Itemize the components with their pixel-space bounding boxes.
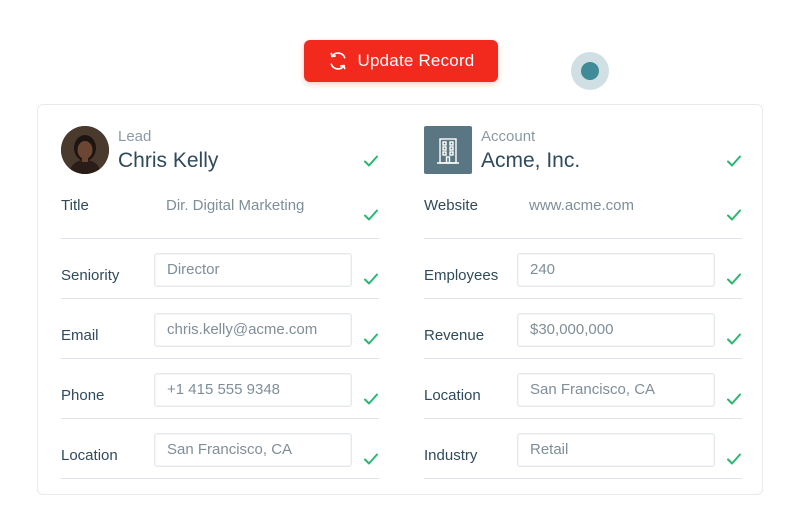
refresh-icon [330, 52, 346, 70]
account-row-location: Location San Francisco, CA [424, 359, 742, 419]
field-label: Seniority [61, 267, 120, 284]
check-icon [727, 333, 741, 345]
website-value: www.acme.com [529, 197, 635, 214]
check-icon [727, 155, 741, 167]
lead-row-location: Location San Francisco, CA [61, 419, 379, 479]
record-card: Lead Chris Kelly Title Dir. Digital Mark… [37, 104, 763, 495]
seniority-field[interactable]: Director [154, 253, 352, 287]
building-icon [424, 126, 472, 174]
lead-row-phone: Phone +1 415 555 9348 [61, 359, 379, 419]
field-label: Title [61, 197, 89, 214]
email-field[interactable]: chris.kelly@acme.com [154, 313, 352, 347]
check-icon [727, 393, 741, 405]
lead-header: Lead Chris Kelly [61, 105, 379, 197]
account-row-website: Website www.acme.com [424, 197, 742, 239]
field-label: Location [424, 387, 481, 404]
cursor-indicator [571, 52, 609, 90]
lead-panel: Lead Chris Kelly Title Dir. Digital Mark… [61, 105, 379, 479]
account-row-revenue: Revenue $30,000,000 [424, 299, 742, 359]
lead-row-email: Email chris.kelly@acme.com [61, 299, 379, 359]
title-value: Dir. Digital Marketing [166, 197, 305, 214]
revenue-field[interactable]: $30,000,000 [517, 313, 715, 347]
update-record-button[interactable]: Update Record [304, 40, 498, 82]
check-icon [727, 453, 741, 465]
lead-row-seniority: Seniority Director [61, 239, 379, 299]
location-field[interactable]: San Francisco, CA [517, 373, 715, 407]
check-icon [364, 155, 378, 167]
lead-name: Chris Kelly [118, 149, 219, 172]
update-record-label: Update Record [357, 51, 475, 70]
field-label: Email [61, 327, 99, 344]
field-label: Website [424, 197, 478, 214]
account-header: Account Acme, Inc. [424, 105, 742, 197]
account-type-label: Account [481, 128, 536, 145]
check-icon [364, 209, 378, 221]
account-row-employees: Employees 240 [424, 239, 742, 299]
field-label: Location [61, 447, 118, 464]
account-panel: Account Acme, Inc. Website www.acme.com … [424, 105, 742, 479]
employees-field[interactable]: 240 [517, 253, 715, 287]
check-icon [727, 209, 741, 221]
account-name: Acme, Inc. [481, 149, 581, 172]
industry-field[interactable]: Retail [517, 433, 715, 467]
phone-field[interactable]: +1 415 555 9348 [154, 373, 352, 407]
field-label: Employees [424, 267, 499, 284]
check-icon [364, 273, 378, 285]
location-field[interactable]: San Francisco, CA [154, 433, 352, 467]
lead-row-title: Title Dir. Digital Marketing [61, 197, 379, 239]
check-icon [364, 393, 378, 405]
check-icon [727, 273, 741, 285]
field-label: Industry [424, 447, 478, 464]
avatar [61, 126, 109, 174]
field-label: Phone [61, 387, 105, 404]
check-icon [364, 333, 378, 345]
field-label: Revenue [424, 327, 485, 344]
account-row-industry: Industry Retail [424, 419, 742, 479]
check-icon [364, 453, 378, 465]
lead-type-label: Lead [118, 128, 152, 145]
